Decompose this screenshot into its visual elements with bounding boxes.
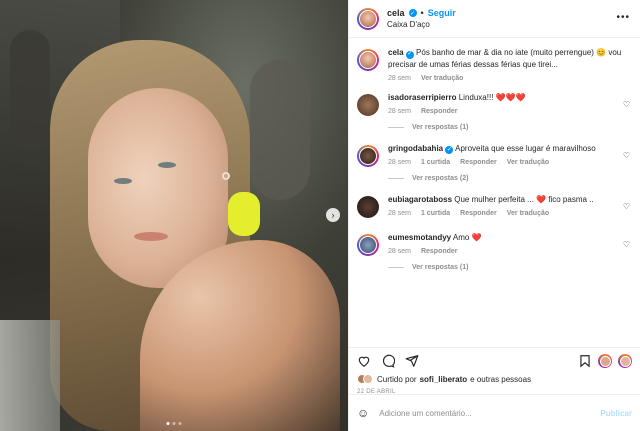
emoji-icon[interactable]: ☺ <box>357 406 369 420</box>
like-comment-heart-icon[interactable]: ♡ <box>623 240 630 249</box>
verified-badge-icon: ✓ <box>445 146 454 154</box>
share-icon[interactable] <box>405 354 419 368</box>
comment-item: isadoraserripierro Linduxa!!! ❤️❤️❤️ 28 … <box>357 92 632 116</box>
collab-avatar[interactable] <box>598 354 612 368</box>
post-actions: Curtido por sofi_liberato e outras pesso… <box>349 347 640 395</box>
chevron-right-icon: › <box>331 210 335 220</box>
add-comment-bar: ☺ Publicar <box>349 394 640 431</box>
post-photo[interactable]: › <box>0 0 348 431</box>
verified-badge-icon: ✓ <box>405 50 414 59</box>
comment-username[interactable]: eubiagarotaboss <box>388 195 452 204</box>
post-header: cela ✓ • Seguir Caixa D'aço ••• <box>349 0 640 38</box>
translate-link[interactable]: Ver tradução <box>507 159 549 166</box>
view-replies-button[interactable]: Ver respostas (1) <box>388 264 632 271</box>
view-replies-label: Ver respostas (2) <box>412 174 469 182</box>
comment-item: gringodabahia ✓ Aproveita que esse lugar… <box>357 143 632 167</box>
post-location[interactable]: Caixa D'aço <box>387 20 456 29</box>
comment-item: eumesmotandyy Amo ❤️ 28 sem Responder ♡ <box>357 232 632 256</box>
carousel-dots <box>166 422 182 425</box>
reply-link[interactable]: Responder <box>421 108 458 115</box>
reply-link[interactable]: Responder <box>460 159 497 166</box>
author-avatar[interactable] <box>357 7 379 30</box>
author-username[interactable]: cela <box>387 8 405 18</box>
comment-time[interactable]: 28 sem <box>388 210 411 217</box>
comment-likes[interactable]: 1 curtida <box>421 159 450 166</box>
comment-input[interactable] <box>379 408 601 418</box>
like-comment-heart-icon[interactable]: ♡ <box>623 100 630 109</box>
caption-username[interactable]: cela <box>388 48 404 57</box>
photo-swimsuit-tie <box>228 192 260 236</box>
liked-user[interactable]: sofi_liberato <box>420 375 468 384</box>
comment-text: Amo ❤️ <box>452 232 482 242</box>
caption-time[interactable]: 28 sem <box>388 75 411 82</box>
view-replies-label: Ver respostas (1) <box>412 123 469 131</box>
carousel-dot <box>166 422 170 425</box>
photo-bg-light <box>0 320 60 431</box>
liker-avatar <box>363 374 373 384</box>
verified-badge-icon: ✓ <box>408 9 417 17</box>
liked-by[interactable]: Curtido por sofi_liberato e outras pesso… <box>357 374 632 384</box>
replies-line <box>388 266 404 268</box>
reply-link[interactable]: Responder <box>460 210 497 217</box>
photo-lips <box>134 232 168 241</box>
post-side-panel: cela ✓ • Seguir Caixa D'aço ••• cela ✓ P… <box>348 0 640 431</box>
reply-link[interactable]: Responder <box>421 248 458 255</box>
photo-earring <box>222 172 230 180</box>
commenter-avatar[interactable] <box>357 144 379 167</box>
caption: cela ✓ Pós banho de mar & dia no iate (m… <box>357 47 632 82</box>
author-avatar[interactable] <box>357 49 379 71</box>
view-replies-button[interactable]: Ver respostas (1) <box>388 124 632 131</box>
comment-username[interactable]: eumesmotandyy <box>388 233 451 242</box>
next-slide-button[interactable]: › <box>326 208 340 222</box>
comment-icon[interactable] <box>381 354 395 368</box>
collab-avatar[interactable] <box>618 354 632 368</box>
comment-time[interactable]: 28 sem <box>388 159 411 166</box>
separator: • <box>420 8 424 18</box>
comment-text: Linduxa!!! ❤️❤️❤️ <box>458 92 526 102</box>
comment-time[interactable]: 28 sem <box>388 108 411 115</box>
view-replies-label: Ver respostas (1) <box>412 263 469 271</box>
comment-item: eubiagarotaboss Que mulher perfeita ... … <box>357 194 632 218</box>
bookmark-icon[interactable] <box>578 354 592 368</box>
post-comment-button[interactable]: Publicar <box>600 409 632 418</box>
translate-link[interactable]: Ver tradução <box>421 75 463 82</box>
view-replies-button[interactable]: Ver respostas (2) <box>388 175 632 182</box>
photo-bg-figure <box>250 60 310 200</box>
carousel-dot <box>172 422 176 425</box>
follow-button[interactable]: Seguir <box>428 8 456 18</box>
comment-text: Que mulher perfeita ... ❤️ fico pasma .. <box>454 194 594 204</box>
photo-eye <box>114 178 132 184</box>
replies-line <box>388 177 404 179</box>
like-comment-heart-icon[interactable]: ♡ <box>623 151 630 160</box>
photo-bg-figure <box>10 30 50 150</box>
comment-likes[interactable]: 1 curtida <box>421 210 450 217</box>
liked-prefix: Curtido por <box>377 374 417 384</box>
comments-list[interactable]: cela ✓ Pós banho de mar & dia no iate (m… <box>349 39 640 347</box>
caption-text: Pós banho de mar & dia no iate (muito pe… <box>388 48 622 69</box>
comment-text: Aproveita que esse lugar é maravilhoso <box>455 143 596 153</box>
translate-link[interactable]: Ver tradução <box>507 210 549 217</box>
like-comment-heart-icon[interactable]: ♡ <box>623 202 630 211</box>
liked-suffix[interactable]: e outras pessoas <box>470 375 531 384</box>
more-options-icon[interactable]: ••• <box>616 12 630 23</box>
carousel-dot <box>178 422 182 425</box>
photo-eye <box>158 162 176 168</box>
comment-username[interactable]: gringodabahia <box>388 144 443 153</box>
commenter-avatar[interactable] <box>357 195 379 218</box>
replies-line <box>388 126 404 128</box>
commenter-avatar[interactable] <box>357 93 379 116</box>
commenter-avatar[interactable] <box>357 233 379 256</box>
comment-username[interactable]: isadoraserripierro <box>388 93 456 102</box>
comment-time[interactable]: 28 sem <box>388 248 411 255</box>
heart-icon[interactable] <box>357 354 371 368</box>
